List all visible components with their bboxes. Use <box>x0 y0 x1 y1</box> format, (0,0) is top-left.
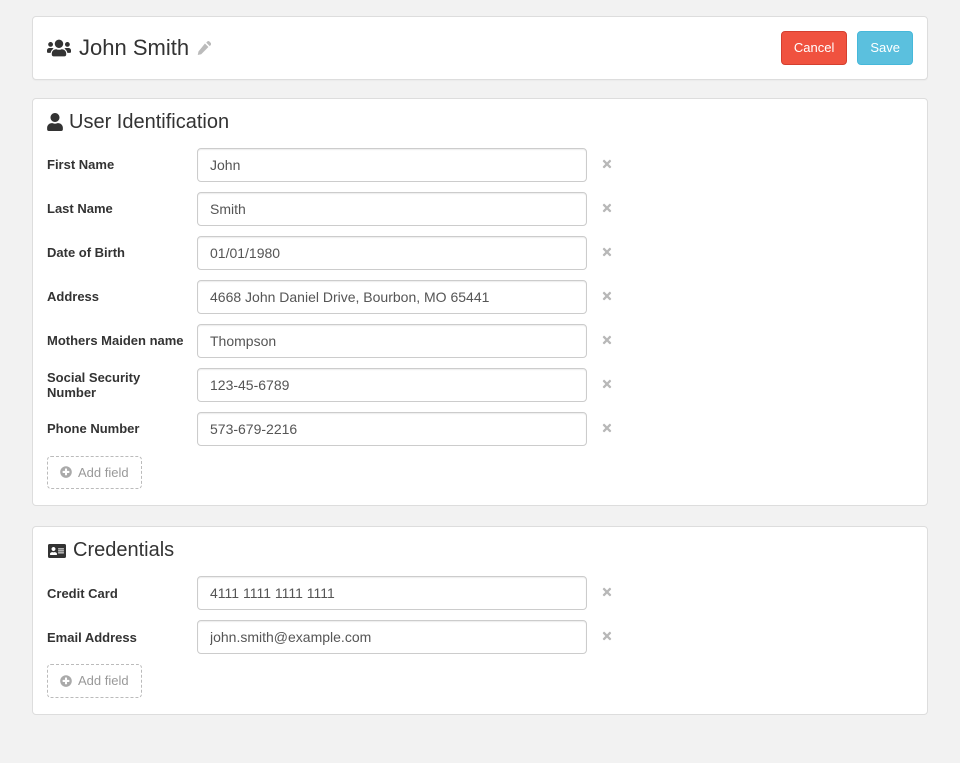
field-row: Email Address <box>47 620 913 654</box>
plus-circle-icon <box>60 466 72 478</box>
field-row: Phone Number <box>47 412 913 446</box>
field-label: Email Address <box>47 630 197 645</box>
field-label: Mothers Maiden name <box>47 333 197 348</box>
close-icon <box>601 586 613 598</box>
field-input[interactable] <box>197 192 587 226</box>
section-title-text: User Identification <box>69 111 229 134</box>
id-card-icon <box>47 543 67 559</box>
users-icon <box>47 37 71 59</box>
remove-field-button[interactable] <box>601 290 613 304</box>
field-label: First Name <box>47 157 197 172</box>
field-row: Credit Card <box>47 576 913 610</box>
field-label: Address <box>47 289 197 304</box>
field-input[interactable] <box>197 620 587 654</box>
remove-field-button[interactable] <box>601 378 613 392</box>
close-icon <box>601 202 613 214</box>
field-label: Phone Number <box>47 421 197 436</box>
credentials-fields: Credit Card Email Address <box>47 576 913 654</box>
field-label: Social Security Number <box>47 370 197 400</box>
close-icon <box>601 290 613 302</box>
field-input[interactable] <box>197 412 587 446</box>
add-field-label: Add field <box>78 463 129 483</box>
plus-circle-icon <box>60 675 72 687</box>
close-icon <box>601 378 613 390</box>
close-icon <box>601 158 613 170</box>
credentials-section: Credentials Credit Card Email Address Ad… <box>32 526 928 715</box>
page-title: John Smith <box>79 35 189 61</box>
cancel-button[interactable]: Cancel <box>781 31 847 65</box>
close-icon <box>601 630 613 642</box>
remove-field-button[interactable] <box>601 630 613 644</box>
field-label: Date of Birth <box>47 245 197 260</box>
field-input[interactable] <box>197 280 587 314</box>
section-title-text: Credentials <box>73 539 174 562</box>
field-input[interactable] <box>197 324 587 358</box>
pencil-icon[interactable] <box>197 41 211 55</box>
field-row: Date of Birth <box>47 236 913 270</box>
user-identification-section: User Identification First Name Last Name… <box>32 98 928 507</box>
header-panel: John Smith Cancel Save <box>32 16 928 80</box>
field-row: Mothers Maiden name <box>47 324 913 358</box>
remove-field-button[interactable] <box>601 246 613 260</box>
remove-field-button[interactable] <box>601 586 613 600</box>
header-actions: Cancel Save <box>781 31 913 65</box>
remove-field-button[interactable] <box>601 202 613 216</box>
field-row: Social Security Number <box>47 368 913 402</box>
field-label: Last Name <box>47 201 197 216</box>
close-icon <box>601 334 613 346</box>
close-icon <box>601 246 613 258</box>
add-field-button[interactable]: Add field <box>47 456 142 490</box>
field-input[interactable] <box>197 148 587 182</box>
field-input[interactable] <box>197 576 587 610</box>
field-row: Address <box>47 280 913 314</box>
field-input[interactable] <box>197 236 587 270</box>
field-input[interactable] <box>197 368 587 402</box>
remove-field-button[interactable] <box>601 334 613 348</box>
field-label: Credit Card <box>47 586 197 601</box>
add-field-label: Add field <box>78 671 129 691</box>
save-button[interactable]: Save <box>857 31 913 65</box>
remove-field-button[interactable] <box>601 422 613 436</box>
remove-field-button[interactable] <box>601 158 613 172</box>
identification-fields: First Name Last Name Date of Birth Addre… <box>47 148 913 446</box>
add-field-button[interactable]: Add field <box>47 664 142 698</box>
user-icon <box>47 113 63 131</box>
close-icon <box>601 422 613 434</box>
field-row: Last Name <box>47 192 913 226</box>
field-row: First Name <box>47 148 913 182</box>
